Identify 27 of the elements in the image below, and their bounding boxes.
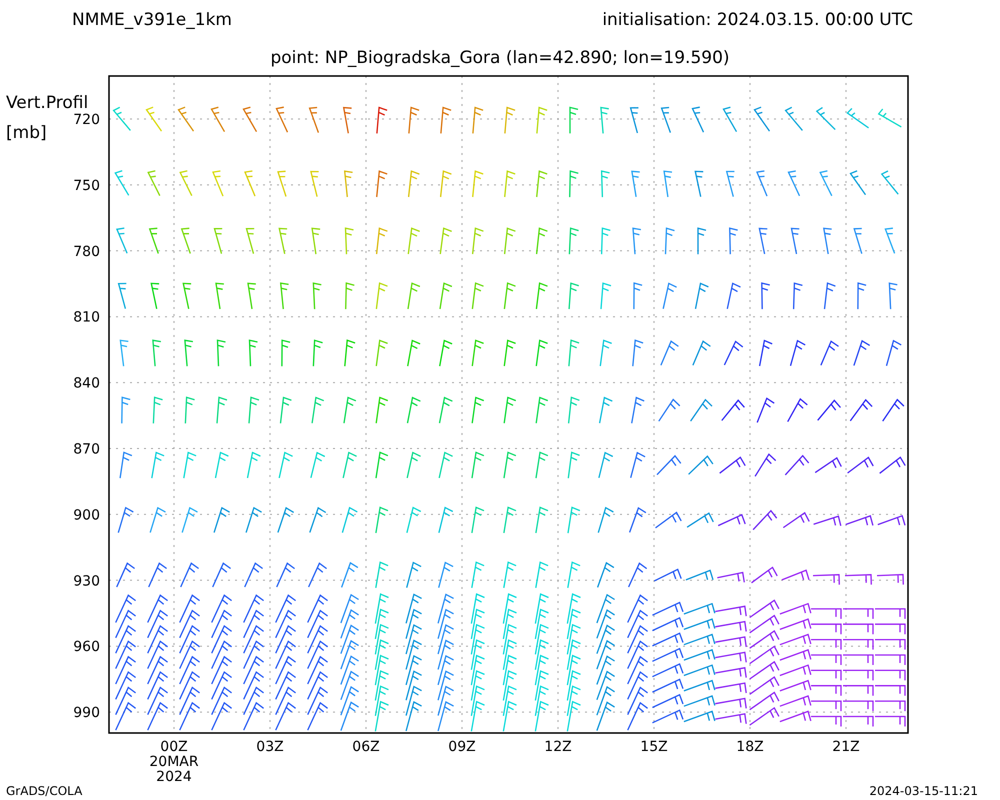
y-tick-label: 780 (73, 244, 100, 260)
y-tick-label: 900 (73, 507, 100, 524)
y-tick-label: 720 (73, 112, 100, 128)
y-tick-label: 930 (73, 573, 100, 590)
y-tick-label: 960 (73, 639, 100, 656)
y-tick-label: 840 (73, 376, 100, 392)
y-tick-label: 870 (73, 442, 100, 458)
date-label: 20MAR (149, 754, 199, 770)
footer-timestamp: 2024-03-15-11:21 (869, 784, 978, 798)
x-tick-label: 21Z (832, 739, 860, 755)
y-tick-label: 750 (73, 178, 100, 194)
x-tick-label: 18Z (736, 739, 764, 755)
x-tick-label: 00Z (160, 739, 188, 755)
x-tick-label: 03Z (256, 739, 284, 755)
y-tick-label: 990 (73, 705, 100, 722)
x-tick-label: 12Z (544, 739, 572, 755)
model-title: NMME_v391e_1km (72, 10, 232, 30)
initialisation-label: initialisation: 2024.03.15. 00:00 UTC (602, 10, 913, 30)
x-tick-label: 15Z (640, 739, 668, 755)
point-label: point: NP_Biogradska_Gora (lan=42.890; lon=19.590) (270, 48, 730, 68)
x-tick-label: 09Z (448, 739, 476, 755)
y-axis-title: Vert.Profil (6, 93, 88, 113)
date-label: 2024 (156, 769, 192, 785)
footer-credit: GrADS/COLA (6, 784, 82, 798)
x-tick-label: 06Z (352, 739, 380, 755)
y-axis-unit: [mb] (6, 123, 47, 143)
y-tick-label: 810 (73, 310, 100, 326)
